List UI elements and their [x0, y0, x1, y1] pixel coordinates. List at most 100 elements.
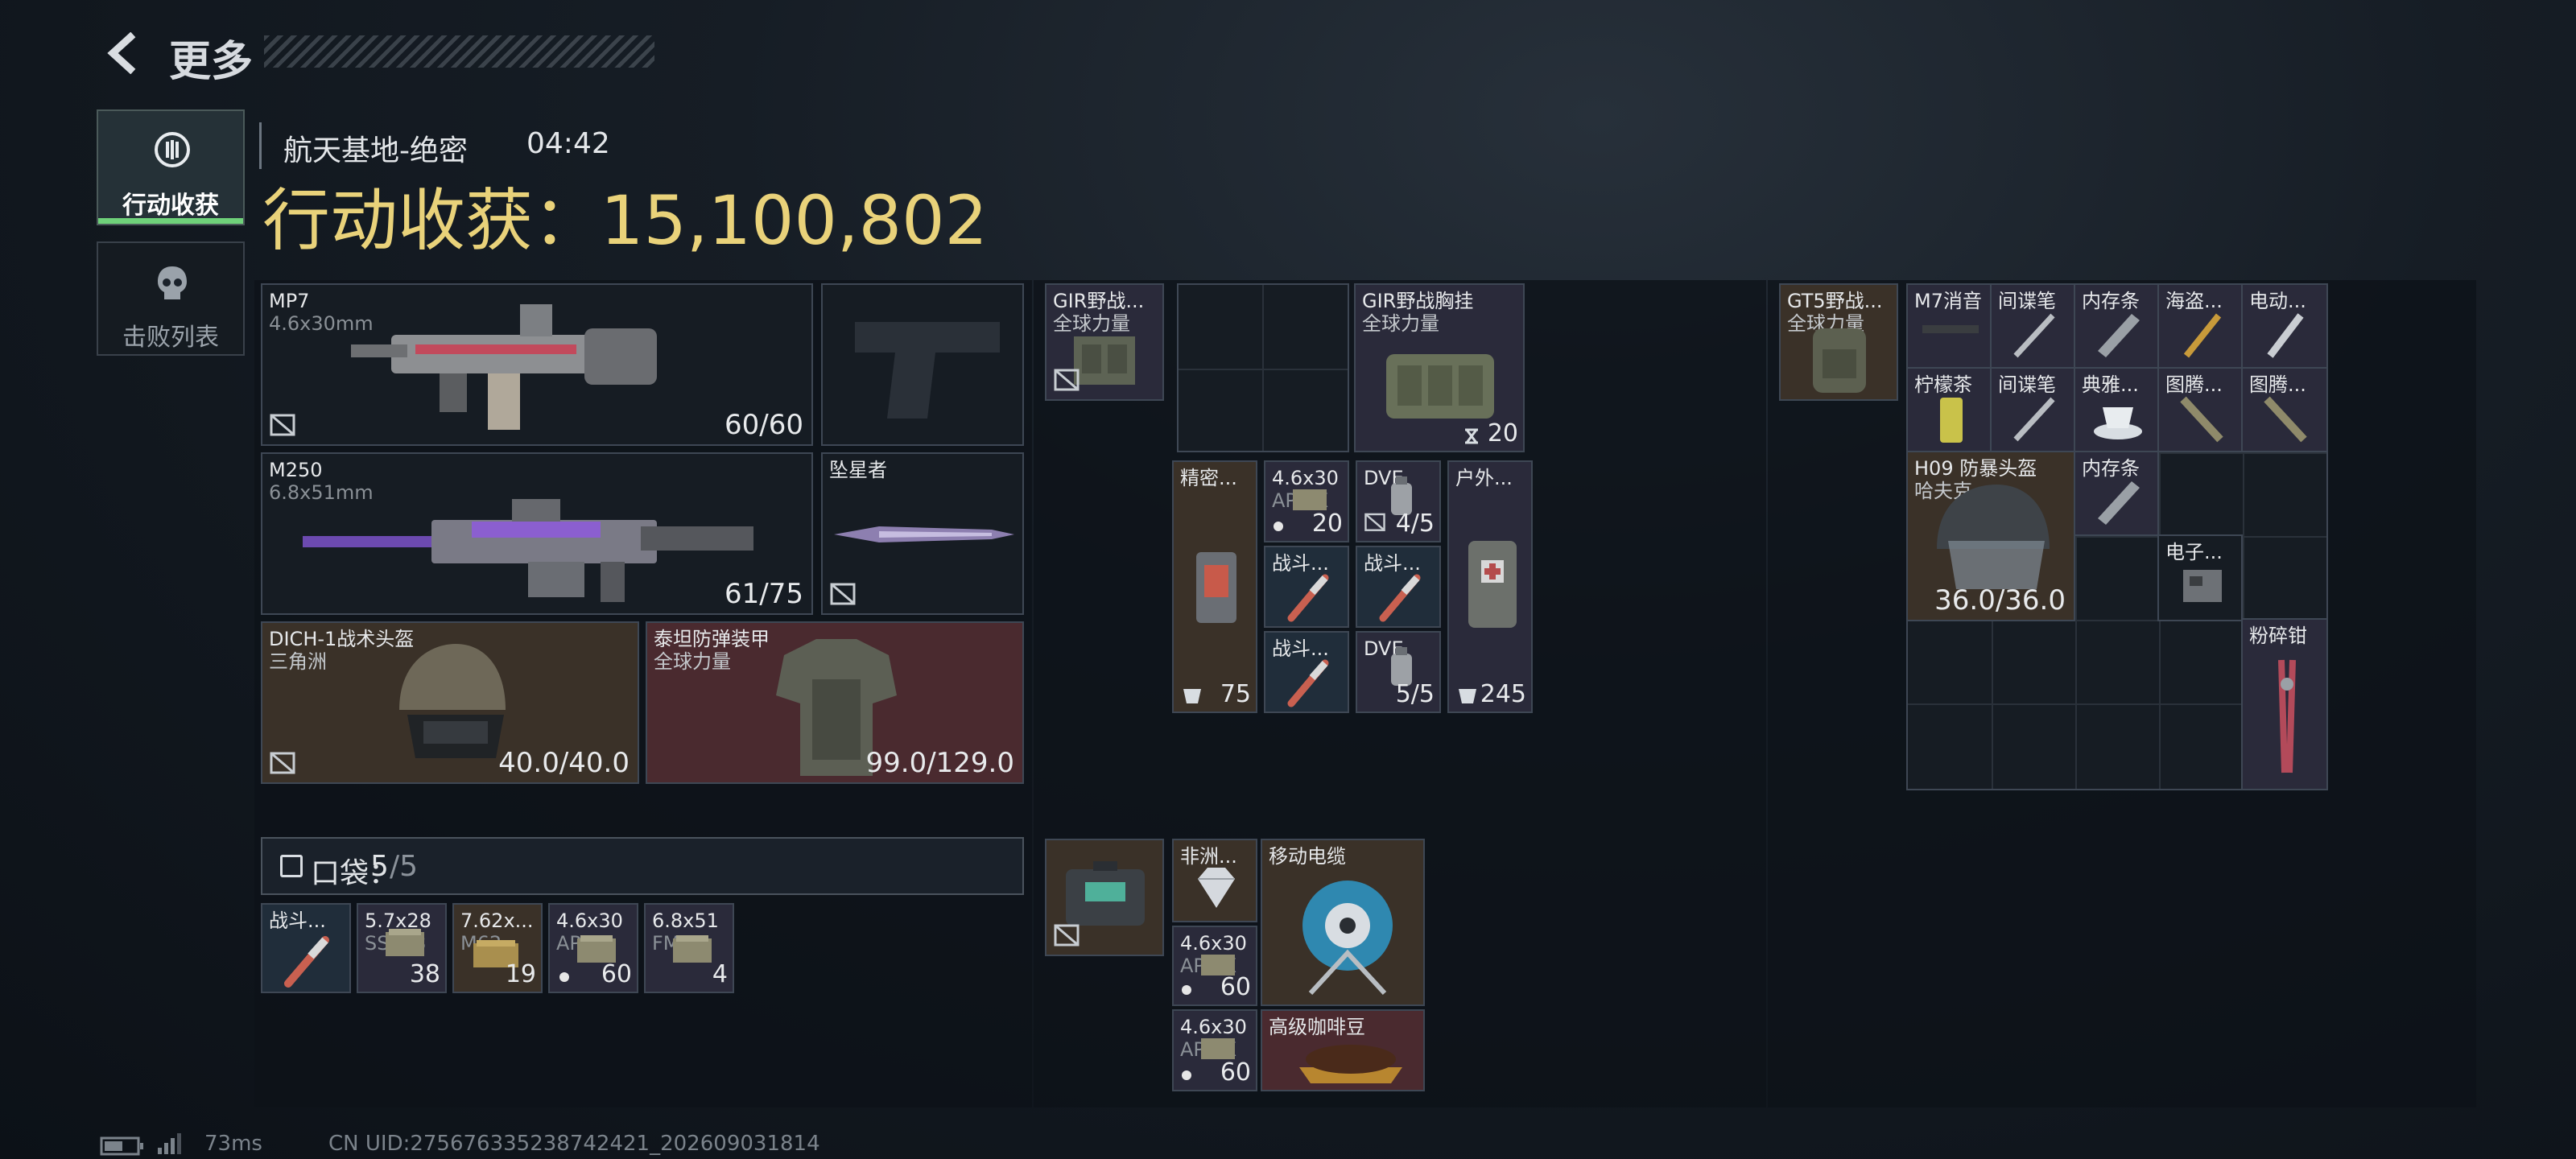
backpack-item[interactable]: 电子...: [2157, 534, 2243, 621]
armor-faction: 全球力量: [654, 650, 731, 673]
circuit-board-icon: [2183, 570, 2222, 602]
pocket-icon: [280, 855, 303, 877]
stim-injector-icon: [1379, 574, 1421, 622]
ping-text: 73ms: [204, 1132, 262, 1156]
pliers-icon: [2278, 659, 2296, 773]
no-insurance-icon: [1054, 369, 1080, 391]
backpack-item[interactable]: 图腾...: [2241, 367, 2328, 452]
backpack-item[interactable]: 间谍笔: [1990, 283, 2075, 369]
electric-tool-icon: [2267, 313, 2304, 358]
backpack-item[interactable]: 海盗...: [2157, 283, 2243, 369]
durability-hand-icon: [1183, 689, 1201, 703]
helmet-slot[interactable]: DICH-1战术头盔 三角洲 40.0/40.0: [261, 621, 639, 784]
ammo-box-icon: [673, 935, 712, 963]
pocket-item[interactable]: 4.6x30 AP SX 60: [548, 903, 638, 993]
backpack-icon: [1813, 328, 1866, 393]
chest-rig-icon: [1386, 354, 1494, 419]
pocket-item[interactable]: 战斗...: [261, 903, 351, 993]
haul-total: 行动收获：15,100,802: [262, 182, 988, 259]
armor-durability: 99.0/129.0: [865, 747, 1015, 779]
back-button[interactable]: 更多: [95, 24, 654, 86]
lemon-tea-icon: [1940, 398, 1963, 443]
backpack-item[interactable]: 柠檬茶: [1906, 367, 1992, 452]
rig-slot[interactable]: GIR野战... 全球力量: [1045, 283, 1164, 401]
rig-item[interactable]: DVE 5/5: [1356, 631, 1441, 713]
battery-icon: [100, 1136, 143, 1156]
spy-pen-icon: [2013, 397, 2055, 442]
rig-item[interactable]: 精密... 75: [1172, 460, 1257, 713]
tab-haul[interactable]: 行动收获: [97, 109, 245, 225]
secondary-ammo-count: 61/75: [724, 578, 803, 610]
backpack-item[interactable]: 图腾...: [2157, 367, 2243, 452]
rig-empty-grid: [1177, 283, 1349, 452]
bullet-dot-icon: [1182, 1070, 1191, 1080]
backpack-helmet[interactable]: H09 防暴头盔 哈夫克 36.0/36.0: [1906, 451, 2075, 621]
capacity-icon: [1465, 428, 1478, 444]
haul-label: 行动收获：: [262, 181, 601, 260]
status-bar: 73ms CN UID:275676335238742421_202609031…: [100, 1130, 985, 1156]
riot-helmet-icon: [1937, 485, 2050, 589]
no-insurance-icon: [1364, 513, 1385, 531]
backpack-item[interactable]: M7消音: [1906, 283, 1992, 369]
melee-slot[interactable]: 坠星者: [821, 452, 1024, 615]
pocket-total: /5: [390, 850, 419, 883]
primary-ammo-count: 60/60: [724, 409, 803, 441]
safe-item[interactable]: 4.6x30 AP SX 60: [1172, 1009, 1257, 1091]
first-aid-kit-icon: [1468, 541, 1517, 628]
backpack-item[interactable]: 间谍笔: [1990, 367, 2075, 452]
bullet-dot-icon: [1274, 522, 1283, 531]
pistol-placeholder-icon: [855, 322, 1000, 419]
durability-hand-icon: [1459, 689, 1476, 703]
mission-time: 04:42: [526, 127, 610, 160]
rig-item[interactable]: 战斗...: [1264, 546, 1349, 628]
backpack-item[interactable]: 内存条: [2074, 451, 2159, 536]
safe-item[interactable]: 非洲...: [1172, 839, 1257, 922]
safe-item[interactable]: 高级咖啡豆: [1261, 1009, 1425, 1091]
melee-name: 坠星者: [829, 459, 887, 481]
backpack-item[interactable]: 粉碎钳: [2241, 618, 2328, 790]
tab-active-indicator: [98, 218, 243, 224]
rig-item[interactable]: 战斗...: [1356, 546, 1441, 628]
primary-weapon-slot[interactable]: MP7 4.6x30mm 60/60: [261, 283, 813, 446]
pocket-item[interactable]: 5.7x28 SS198 38: [357, 903, 447, 993]
rig-item[interactable]: 4.6x30 AP SX 20: [1264, 460, 1349, 542]
totem-icon: [2264, 396, 2307, 443]
back-arrow-icon: [107, 32, 136, 74]
totem-icon: [2180, 396, 2223, 443]
diamond-icon: [1198, 868, 1235, 908]
rig-item[interactable]: DVE 4/5: [1356, 460, 1441, 542]
pocket-item[interactable]: 7.62x... M62 19: [452, 903, 543, 993]
chest-rig-slot[interactable]: GIR野战胸挂 全球力量 20: [1354, 283, 1525, 452]
spy-pen-icon: [2013, 313, 2055, 358]
backpack-item[interactable]: 电动...: [2241, 283, 2328, 369]
bullet-dot-icon: [559, 972, 569, 982]
rig-item[interactable]: 战斗...: [1264, 631, 1349, 713]
header-divider: [259, 122, 262, 169]
backpack-item[interactable]: 内存条: [2074, 283, 2159, 369]
signal-icon: [158, 1133, 181, 1154]
safe-box-slot[interactable]: [1045, 839, 1164, 956]
coffee-beans-icon: [1299, 1045, 1402, 1083]
pocket-header: 口袋： 5 /5: [261, 837, 1024, 895]
armor-name: 泰坦防弹装甲: [654, 628, 770, 650]
haul-value: 15,100,802: [601, 181, 988, 260]
safe-item[interactable]: 4.6x30 AP SX 60: [1172, 926, 1257, 1006]
haul-icon: [155, 132, 190, 167]
safe-item[interactable]: 移动电缆: [1261, 839, 1425, 1006]
mp7-weapon-icon: [351, 304, 657, 430]
stim-injector-icon: [1287, 659, 1329, 707]
backpack-item[interactable]: 典雅...: [2074, 367, 2159, 452]
uid-text: CN UID:275676335238742421_202609031814: [328, 1132, 820, 1156]
tab-defeated[interactable]: 击败列表: [97, 241, 245, 356]
rig-item[interactable]: 户外... 245: [1447, 460, 1533, 713]
backpack-slot[interactable]: GT5野战... 全球力量: [1779, 283, 1898, 401]
no-insurance-icon: [1054, 924, 1080, 947]
ammo-box-icon: [386, 929, 424, 956]
cable-reel-icon: [1302, 881, 1393, 996]
pocket-item[interactable]: 6.8x51 FMJ 4: [644, 903, 734, 993]
secondary-weapon-slot[interactable]: M250 6.8x51mm 61/75: [261, 452, 813, 615]
armor-slot[interactable]: 泰坦防弹装甲 全球力量 99.0/129.0: [646, 621, 1024, 784]
tab-defeated-label: 击败列表: [122, 324, 219, 352]
sidearm-slot[interactable]: [821, 283, 1024, 446]
pirate-item-icon: [2183, 313, 2222, 358]
